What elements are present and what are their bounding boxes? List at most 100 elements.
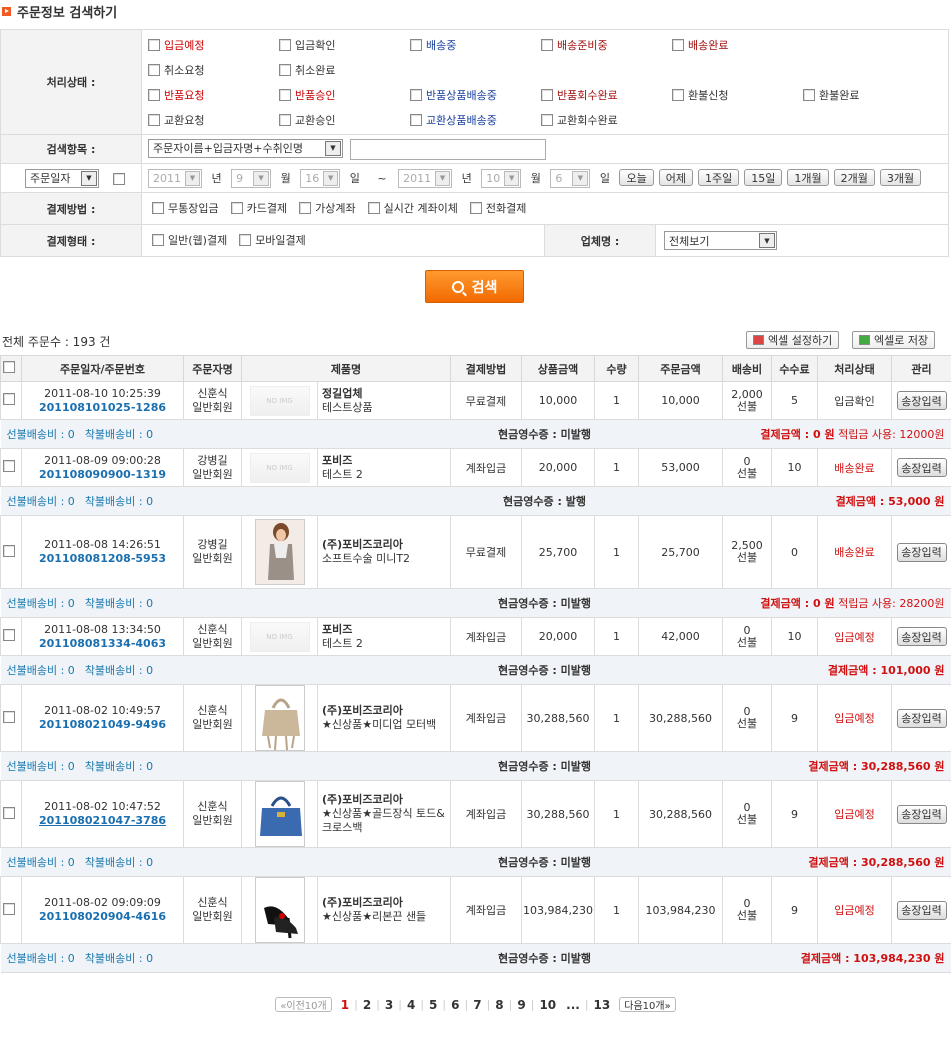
page-link[interactable]: 7 [473, 998, 481, 1012]
status-checkbox[interactable] [279, 113, 291, 126]
invoice-input-button[interactable]: 송장입력 [896, 391, 947, 410]
order-number-link[interactable]: 201108021049-9496 [22, 718, 183, 732]
excel-save-button[interactable]: 엑셀로 저장 [852, 331, 936, 349]
pay-type-option[interactable]: 모바일결제 [239, 232, 306, 248]
to-day-select[interactable]: 6 ▼ [550, 168, 591, 188]
status-checkbox[interactable] [148, 63, 160, 76]
from-month-select[interactable]: 9 ▼ [231, 168, 272, 188]
quick-date-button[interactable]: 3개월 [879, 169, 922, 186]
status-option[interactable]: 배송중 [410, 32, 541, 57]
status-checkbox[interactable] [541, 88, 553, 101]
product-name[interactable]: 정길업체 [322, 387, 450, 401]
excel-settings-button[interactable]: 엑셀 설정하기 [746, 331, 840, 349]
pay-method-checkbox[interactable] [469, 202, 482, 214]
invoice-input-button[interactable]: 송장입력 [896, 900, 947, 920]
quick-date-button[interactable]: 1개월 [787, 169, 829, 186]
from-year-select[interactable]: 2011 ▼ [148, 168, 202, 188]
row-checkbox[interactable] [3, 710, 15, 723]
invoice-input-button[interactable]: 송장입력 [896, 708, 947, 728]
quick-date-button[interactable]: 1주일 [697, 169, 740, 186]
status-option[interactable]: 교환요청 [148, 107, 279, 132]
pay-type-checkbox[interactable] [152, 234, 164, 246]
status-option[interactable]: 입금예정 [148, 32, 279, 57]
status-option[interactable]: 환불신청 [672, 82, 803, 107]
status-option[interactable]: 교환상품배송중 [410, 107, 541, 132]
invoice-input-button[interactable]: 송장입력 [896, 627, 947, 646]
status-option[interactable]: 배송완료 [672, 32, 803, 57]
status-checkbox[interactable] [148, 38, 160, 51]
order-number-link[interactable]: 201108101025-1286 [22, 401, 183, 415]
quick-date-button[interactable]: 어제 [658, 169, 693, 186]
to-year-select[interactable]: 2011 ▼ [398, 168, 453, 188]
status-checkbox[interactable] [803, 88, 815, 101]
row-checkbox[interactable] [3, 460, 15, 472]
status-checkbox[interactable] [672, 88, 684, 101]
pay-method-option[interactable]: 무통장입금 [152, 200, 219, 216]
page-link[interactable]: 5 [429, 998, 437, 1012]
order-number-link[interactable]: 201108021047-3786 [22, 814, 183, 828]
status-option[interactable]: 입금확인 [279, 32, 410, 57]
page-link-last[interactable]: 13 [594, 998, 611, 1012]
row-checkbox[interactable] [3, 902, 15, 915]
pay-method-checkbox[interactable] [152, 202, 164, 214]
status-checkbox[interactable] [410, 38, 422, 51]
row-checkbox[interactable] [3, 393, 15, 405]
row-checkbox[interactable] [3, 544, 15, 557]
invoice-input-button[interactable]: 송장입력 [896, 804, 947, 824]
product-name[interactable]: (주)포비즈코리아 [322, 896, 450, 910]
to-month-select[interactable]: 10 ▼ [481, 168, 522, 188]
pay-method-option[interactable]: 실시간 계좌이체 [367, 200, 458, 216]
row-checkbox[interactable] [3, 806, 15, 819]
invoice-input-button[interactable]: 송장입력 [896, 542, 947, 562]
status-checkbox[interactable] [410, 113, 422, 126]
quick-date-button[interactable]: 오늘 [619, 169, 654, 186]
status-option[interactable]: 반품승인 [279, 82, 410, 107]
pay-method-option[interactable]: 가상계좌 [299, 200, 356, 216]
status-option[interactable]: 취소요청 [148, 57, 279, 82]
prev-10-button[interactable]: «이전10개 [275, 997, 332, 1012]
quick-date-button[interactable]: 15일 [744, 169, 783, 186]
order-number-link[interactable]: 201108081208-5953 [22, 552, 183, 566]
date-enable-checkbox[interactable] [112, 173, 125, 185]
product-name[interactable]: 포비즈 [322, 623, 450, 637]
status-checkbox[interactable] [279, 63, 291, 76]
page-link[interactable]: 3 [385, 998, 393, 1012]
date-type-select[interactable]: 주문일자 ▼ [25, 168, 99, 188]
status-checkbox[interactable] [148, 113, 160, 126]
product-name[interactable]: (주)포비즈코리아 [322, 704, 450, 718]
invoice-input-button[interactable]: 송장입력 [896, 458, 947, 477]
status-option[interactable]: 반품회수완료 [541, 82, 672, 107]
pay-method-checkbox[interactable] [299, 202, 312, 214]
from-day-select[interactable]: 16 ▼ [300, 168, 341, 188]
product-name[interactable]: 포비즈 [322, 454, 450, 468]
search-keyword-input[interactable] [349, 138, 546, 160]
pay-type-option[interactable]: 일반(웹)결제 [152, 232, 227, 248]
quick-date-button[interactable]: 2개월 [833, 169, 875, 186]
next-10-button[interactable]: 다음10개» [619, 997, 676, 1012]
page-link[interactable]: 10 [539, 998, 556, 1012]
pay-method-option[interactable]: 카드결제 [230, 200, 287, 216]
search-field-select[interactable]: 주문자이름+입금자명+수취인명 ▼ [148, 138, 343, 158]
status-option[interactable]: 교환승인 [279, 107, 410, 132]
status-option[interactable]: 배송준비중 [541, 32, 672, 57]
page-link[interactable]: 4 [407, 998, 415, 1012]
status-option[interactable]: 환불완료 [803, 82, 934, 107]
status-checkbox[interactable] [541, 113, 553, 126]
status-option[interactable]: 반품상품배송중 [410, 82, 541, 107]
order-number-link[interactable]: 201108081334-4063 [22, 637, 183, 651]
pay-type-checkbox[interactable] [239, 234, 252, 246]
status-checkbox[interactable] [279, 38, 291, 51]
status-option[interactable]: 교환회수완료 [541, 107, 672, 132]
status-checkbox[interactable] [148, 88, 160, 101]
select-all-checkbox[interactable] [3, 361, 15, 373]
pay-method-checkbox[interactable] [367, 202, 380, 214]
status-option[interactable]: 반품요청 [148, 82, 279, 107]
order-number-link[interactable]: 201108020904-4616 [22, 910, 183, 924]
page-link[interactable]: 1 [341, 998, 349, 1012]
status-checkbox[interactable] [541, 38, 553, 51]
product-name[interactable]: (주)포비즈코리아 [322, 793, 450, 807]
status-checkbox[interactable] [410, 88, 422, 101]
page-link[interactable]: 8 [495, 998, 503, 1012]
vendor-select[interactable]: 전체보기 ▼ [664, 231, 777, 250]
page-link[interactable]: 2 [363, 998, 371, 1012]
